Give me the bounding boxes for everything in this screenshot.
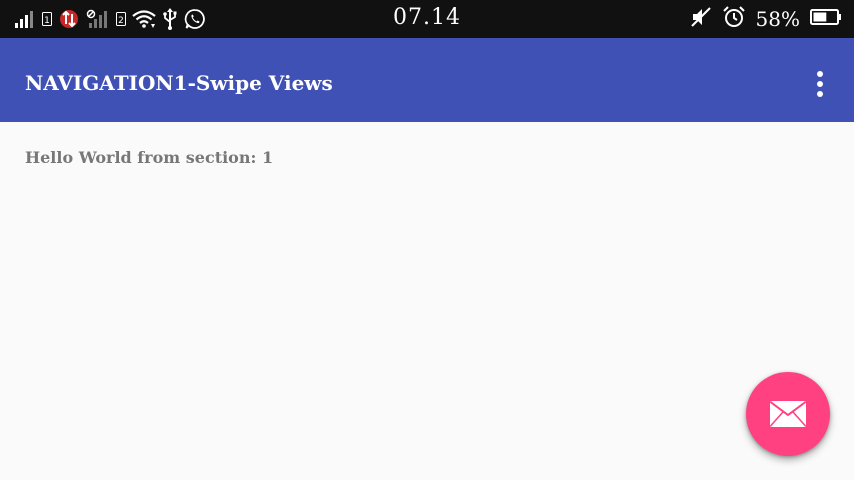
more-vert-icon — [817, 81, 823, 87]
battery-level-fill — [813, 12, 827, 22]
more-vert-icon — [817, 71, 823, 77]
status-bar: 1 2 07.14 58% — [0, 0, 854, 38]
alarm-icon — [722, 5, 746, 33]
fab-mail-button[interactable] — [746, 372, 830, 456]
app-title: NAVIGATION1-Swipe Views — [25, 71, 333, 95]
battery-icon — [810, 8, 842, 30]
app-screen: 1 2 07.14 58% NAVIGATION1-Swipe Views He… — [0, 0, 854, 480]
more-vert-icon — [817, 91, 823, 97]
status-bar-right-icons: 58% — [690, 5, 842, 33]
battery-percent: 58% — [755, 7, 800, 31]
app-bar: NAVIGATION1-Swipe Views — [0, 38, 854, 122]
overflow-menu-button[interactable] — [804, 68, 836, 100]
section-label: Hello World from section: 1 — [25, 148, 274, 167]
mute-icon — [690, 6, 712, 32]
mail-icon — [769, 401, 807, 427]
